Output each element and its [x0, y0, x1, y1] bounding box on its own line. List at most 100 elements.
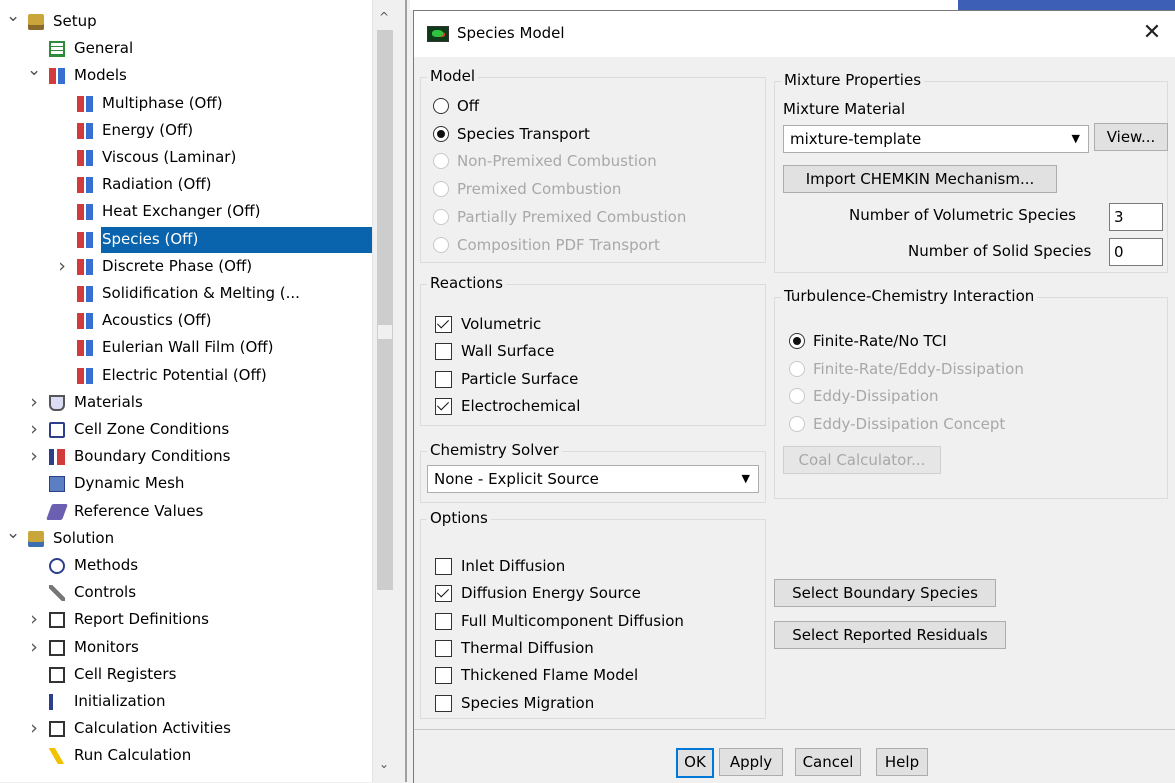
checkbox-diffusion-energy-source[interactable]: Diffusion Energy Source: [435, 581, 755, 605]
chevron-right-icon[interactable]: ›: [27, 416, 41, 443]
radio-circle[interactable]: [789, 333, 805, 349]
checkbox-particle-surface[interactable]: Particle Surface: [435, 367, 755, 391]
cancel-button[interactable]: Cancel: [795, 748, 861, 776]
chevron-down-icon[interactable]: ⌄: [6, 520, 20, 547]
radio-circle[interactable]: [433, 153, 449, 170]
tree-item-dynamic-mesh[interactable]: Dynamic Mesh: [0, 470, 372, 497]
scroll-up-icon[interactable]: ^: [379, 10, 389, 24]
radio-circle[interactable]: [433, 236, 449, 253]
close-icon[interactable]: ✕: [1143, 20, 1161, 45]
checkbox-box[interactable]: [435, 694, 452, 712]
tree-item-methods[interactable]: Methods: [0, 552, 372, 579]
checkbox-box[interactable]: [435, 558, 452, 575]
radio-eddy-dissipation[interactable]: Eddy-Dissipation: [789, 384, 1109, 408]
radio-circle[interactable]: [433, 181, 449, 198]
tree-item-report-definitions[interactable]: › Report Definitions: [0, 606, 372, 633]
checkbox-box[interactable]: [435, 343, 452, 361]
chevron-right-icon[interactable]: ›: [27, 606, 41, 633]
tree-item-materials[interactable]: › Materials: [0, 389, 372, 416]
radio-composition-pdf-transport[interactable]: Composition PDF Transport: [433, 233, 753, 257]
checkbox-thermal-diffusion[interactable]: Thermal Diffusion: [435, 636, 755, 660]
chemistry-solver-select[interactable]: None - Explicit Source ▼: [427, 465, 759, 493]
tree-item-setup[interactable]: ⌄ Setup: [0, 6, 372, 35]
tree-item-solidification-melting[interactable]: Solidification & Melting (...: [0, 280, 372, 307]
checkbox-box[interactable]: [435, 639, 452, 657]
checkbox-wall-surface[interactable]: Wall Surface: [435, 339, 755, 363]
tree-item-radiation-off[interactable]: Radiation (Off): [0, 171, 372, 198]
radio-eddy-dissipation-concept[interactable]: Eddy-Dissipation Concept: [789, 412, 1109, 436]
import-chemkin-button[interactable]: Import CHEMKIN Mechanism...: [783, 165, 1057, 193]
tree-item-run-calculation[interactable]: Run Calculation: [0, 742, 372, 769]
radio-off[interactable]: Off: [433, 94, 753, 118]
tree-item-general[interactable]: General: [0, 35, 372, 62]
radio-premixed-combustion[interactable]: Premixed Combustion: [433, 177, 753, 201]
chevron-right-icon[interactable]: ›: [27, 389, 41, 416]
radio-circle[interactable]: [789, 415, 805, 432]
solution-folder-icon: [28, 530, 44, 547]
tree-item-models[interactable]: ⌄ Models: [0, 60, 372, 89]
checkbox-box[interactable]: [435, 612, 452, 630]
tree-item-eulerian-wall-film-off[interactable]: Eulerian Wall Film (Off): [0, 334, 372, 361]
chevron-right-icon[interactable]: ›: [27, 443, 41, 470]
chevron-down-icon[interactable]: ⌄: [6, 3, 20, 30]
dialog-titlebar[interactable]: Species Model ✕: [414, 11, 1175, 57]
tree-item-calculation-activities[interactable]: › Calculation Activities: [0, 715, 372, 742]
radio-circle[interactable]: [433, 98, 449, 114]
radio-partially-premixed-combustion[interactable]: Partially Premixed Combustion: [433, 205, 753, 229]
chevron-down-icon[interactable]: ⌄: [27, 57, 41, 84]
checkbox-box[interactable]: [435, 585, 452, 603]
radio-circle[interactable]: [433, 208, 449, 225]
tree-scrollbar[interactable]: ^ ⌄: [372, 0, 397, 782]
tree-item-species-off[interactable]: Species (Off): [0, 226, 372, 253]
checkbox-volumetric[interactable]: Volumetric: [435, 312, 755, 336]
tree-item-boundary-conditions[interactable]: › Boundary Conditions: [0, 443, 372, 470]
tree-item-cell-registers[interactable]: Cell Registers: [0, 661, 372, 688]
checkbox-full-multicomponent-diffusion[interactable]: Full Multicomponent Diffusion: [435, 609, 755, 633]
checkbox-species-migration[interactable]: Species Migration: [435, 691, 755, 715]
tree-item-monitors[interactable]: › Monitors: [0, 634, 372, 661]
tree-item-initialization[interactable]: Initialization: [0, 688, 372, 715]
tree-item-energy-off[interactable]: Energy (Off): [0, 117, 372, 144]
checkbox-thickened-flame-model[interactable]: Thickened Flame Model: [435, 663, 755, 687]
tree-item-multiphase-off[interactable]: Multiphase (Off): [0, 90, 372, 117]
radio-circle[interactable]: [789, 360, 805, 377]
radio-finite-rate-eddy-dissipation[interactable]: Finite-Rate/Eddy-Dissipation: [789, 357, 1109, 381]
tree-item-discrete-phase-off[interactable]: › Discrete Phase (Off): [0, 253, 372, 280]
panel-splitter[interactable]: [396, 0, 410, 782]
coal-calculator-button[interactable]: Coal Calculator...: [783, 446, 941, 474]
tree-item-acoustics-off[interactable]: Acoustics (Off): [0, 307, 372, 334]
scroll-down-icon[interactable]: ⌄: [379, 757, 389, 771]
tree-item-electric-potential-off[interactable]: Electric Potential (Off): [0, 362, 372, 389]
radio-circle[interactable]: [789, 388, 805, 404]
apply-button[interactable]: Apply: [719, 748, 783, 776]
solid-species-input[interactable]: 0: [1109, 238, 1163, 266]
checkbox-box[interactable]: [435, 397, 452, 415]
chevron-right-icon[interactable]: ›: [27, 634, 41, 661]
tree-item-cell-zone-conditions[interactable]: › Cell Zone Conditions: [0, 416, 372, 443]
select-boundary-species-button[interactable]: Select Boundary Species: [774, 579, 996, 607]
close-button[interactable]: ✕: [1138, 19, 1166, 47]
view-button[interactable]: View...: [1094, 123, 1168, 151]
radio-species-transport[interactable]: Species Transport: [433, 122, 753, 146]
scrollbar-thumb[interactable]: [377, 30, 393, 590]
checkbox-box[interactable]: [435, 316, 452, 333]
tree-item-solution[interactable]: ⌄ Solution: [0, 523, 372, 552]
radio-finite-rate-no-tci[interactable]: Finite-Rate/No TCI: [789, 329, 1109, 353]
help-button[interactable]: Help: [876, 748, 928, 776]
tree-item-controls[interactable]: Controls: [0, 579, 372, 606]
tree-item-viscous-laminar[interactable]: Viscous (Laminar): [0, 144, 372, 171]
radio-non-premixed-combustion[interactable]: Non-Premixed Combustion: [433, 149, 753, 173]
tree-item-heat-exchanger-off[interactable]: Heat Exchanger (Off): [0, 198, 372, 225]
checkbox-electrochemical[interactable]: Electrochemical: [435, 394, 755, 418]
checkbox-box[interactable]: [435, 667, 452, 685]
select-reported-residuals-button[interactable]: Select Reported Residuals: [774, 621, 1006, 649]
checkbox-box[interactable]: [435, 370, 452, 388]
volumetric-species-input[interactable]: 3: [1109, 203, 1163, 231]
ok-button[interactable]: OK: [676, 748, 714, 778]
tree-item-reference-values[interactable]: Reference Values: [0, 498, 372, 525]
chevron-right-icon[interactable]: ›: [27, 715, 41, 742]
radio-circle[interactable]: [433, 125, 449, 142]
chevron-right-icon[interactable]: ›: [55, 253, 69, 280]
mixture-material-select[interactable]: mixture-template ▼: [783, 125, 1089, 153]
checkbox-inlet-diffusion[interactable]: Inlet Diffusion: [435, 554, 755, 578]
